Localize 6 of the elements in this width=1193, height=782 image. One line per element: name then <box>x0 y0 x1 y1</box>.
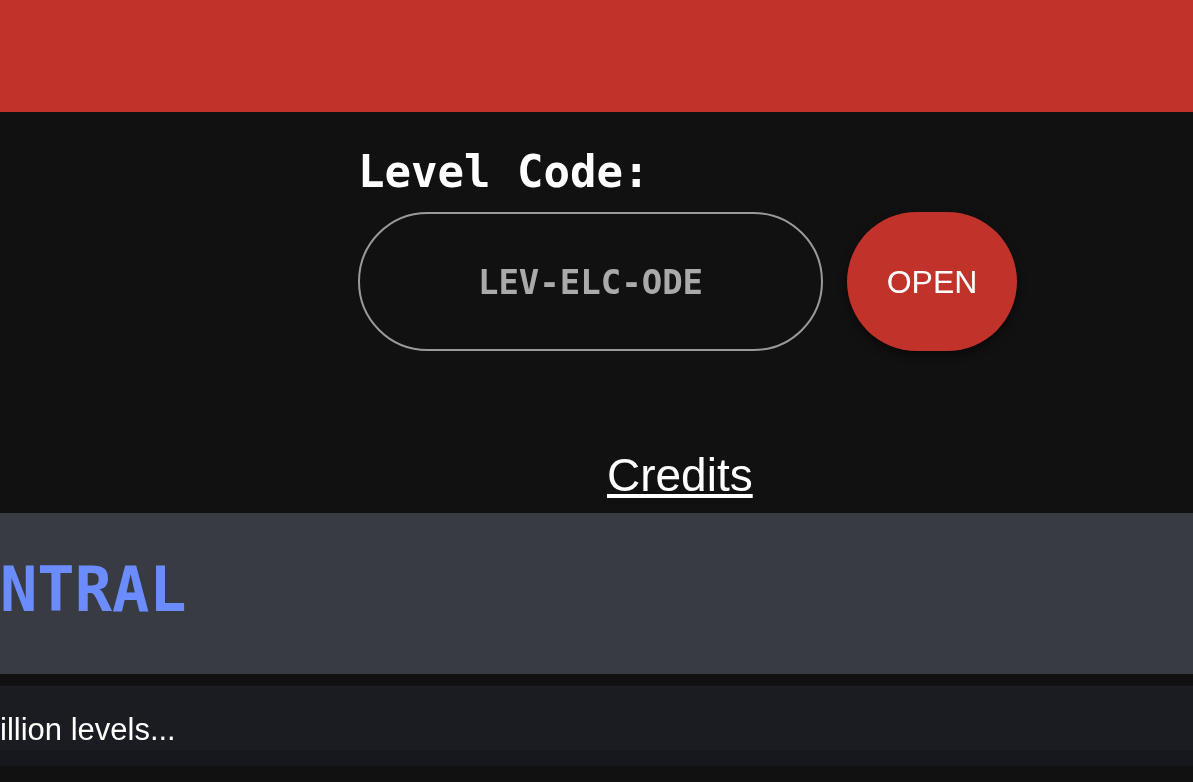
open-button[interactable]: OPEN <box>847 212 1017 351</box>
section-description: illion levels... <box>0 711 176 749</box>
level-code-label: Level Code: <box>358 148 651 196</box>
credits-link[interactable]: Credits <box>607 449 753 501</box>
section-title: NTRAL <box>0 552 187 628</box>
level-code-field[interactable]: LEV-ELC-ODE <box>358 212 823 351</box>
